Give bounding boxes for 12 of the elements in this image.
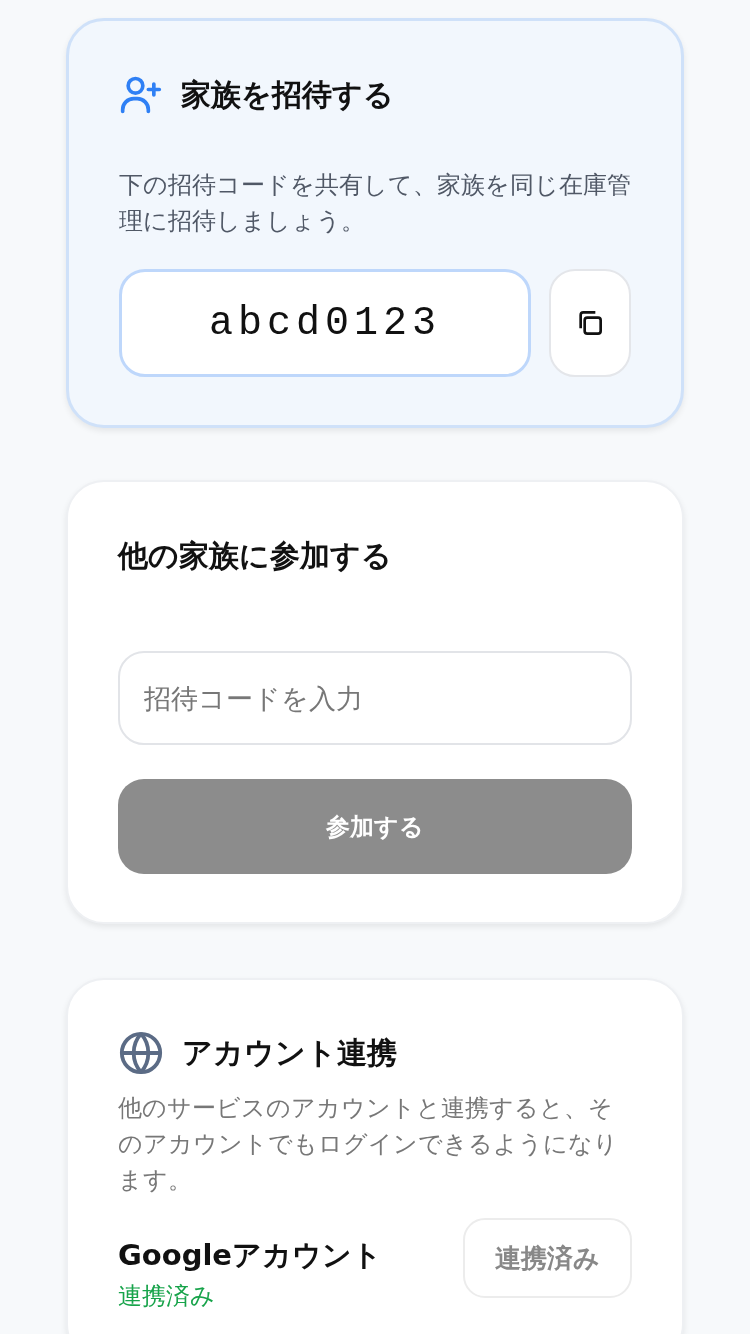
card-title: アカウント連携 [182,1033,397,1072]
account-name: Googleアカウント [118,1237,383,1274]
link-status: 連携済み [118,1281,216,1312]
card-title: 他の家族に参加する [118,537,393,575]
invite-code-field[interactable]: 招待コードを入力 [118,651,632,745]
description: 他のサービスのアカウントと連携すると、そのアカウントでもログインできるようになります。 [118,1093,619,1196]
link-button[interactable]: 連携済み [463,1218,632,1298]
globe-icon [118,1030,164,1076]
invite-code: abcd0123 [119,269,531,377]
card-title: 家族を招待する [181,75,394,114]
description: 下の招待コードを共有して、家族を同じ在庫管理に招待しましょう。 [119,170,631,237]
copy-button[interactable] [549,269,631,377]
